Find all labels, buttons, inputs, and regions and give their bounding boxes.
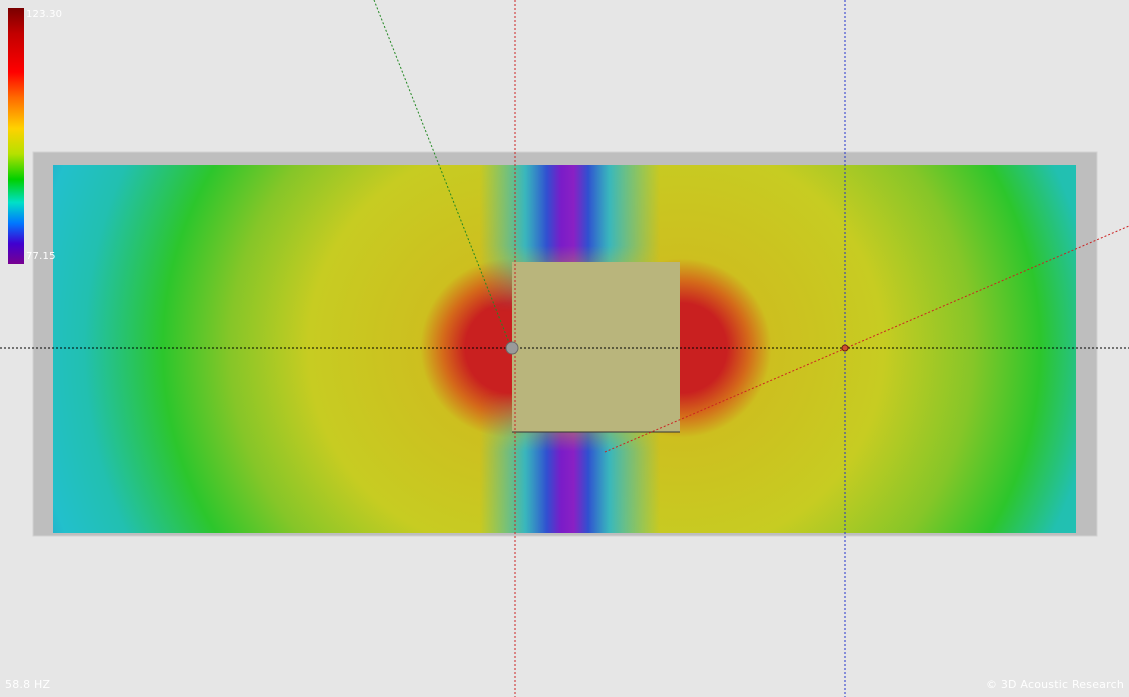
sound-source-marker[interactable] — [505, 341, 519, 355]
copyright-notice: © 3D Acoustic Research — [985, 678, 1124, 691]
listener-marker[interactable] — [841, 344, 849, 352]
colorbar-legend — [8, 8, 24, 264]
3d-viewport[interactable]: 123.30 77.15 58.8 HZ © 3D Acoustic Resea… — [0, 0, 1129, 697]
colorbar-min-label: 77.15 — [26, 251, 56, 262]
sound-field-scene[interactable] — [0, 0, 1129, 697]
frequency-readout: 58.8 HZ — [5, 678, 51, 691]
colorbar-max-label: 123.30 — [26, 9, 63, 20]
obstacle-box[interactable] — [512, 262, 680, 432]
